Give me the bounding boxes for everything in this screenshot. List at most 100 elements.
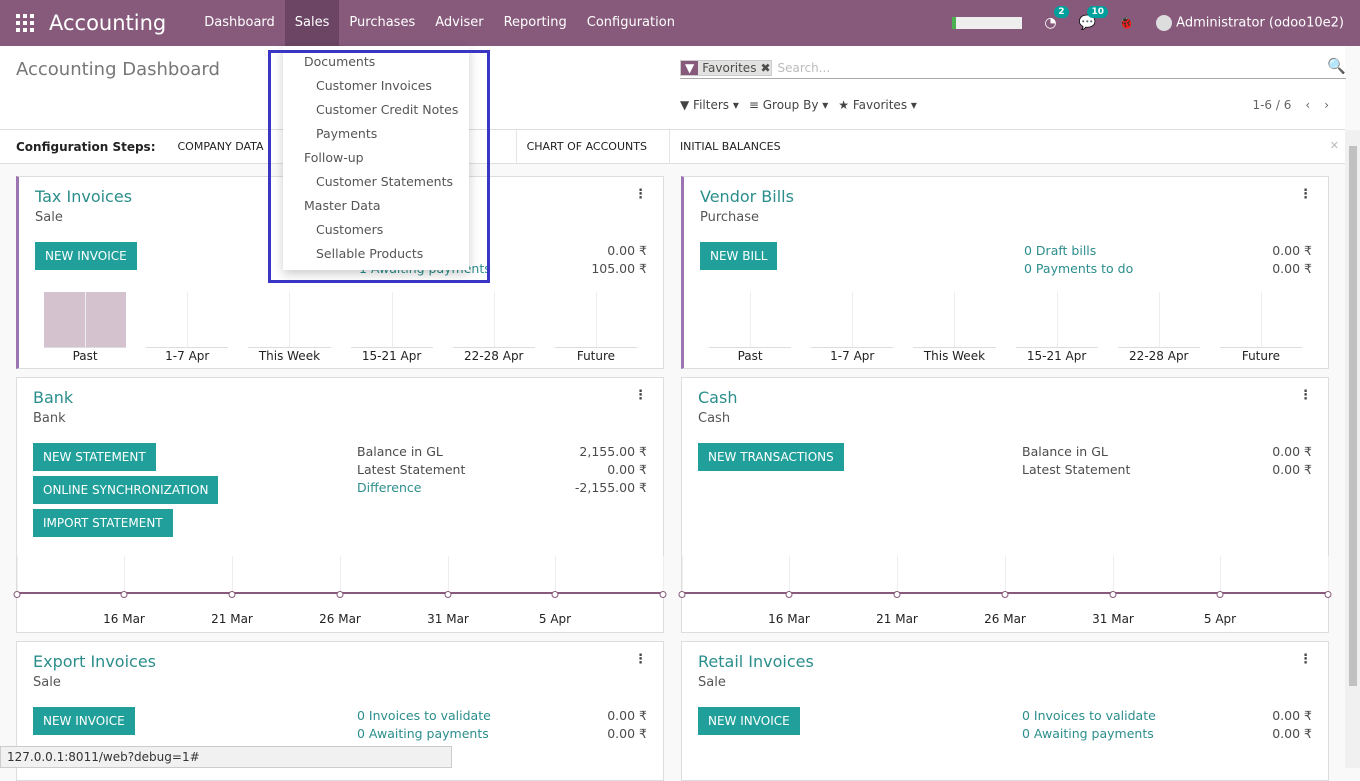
line-point[interactable] — [893, 591, 901, 598]
axis-tick: 21 Mar — [211, 612, 253, 626]
search-icon[interactable]: 🔍 — [1327, 57, 1346, 75]
card-title[interactable]: Bank — [33, 388, 73, 407]
filters-button[interactable]: ▼ Filters ▾ — [680, 98, 739, 112]
line-point[interactable] — [659, 591, 667, 598]
more-options-icon[interactable]: ⋮ — [1299, 652, 1312, 667]
row-amount: 0.00 ₹ — [607, 243, 647, 258]
bar[interactable]: 1-7 Apr — [146, 292, 229, 363]
step-chart-of-accounts[interactable]: CHART OF ACCOUNTS — [527, 129, 670, 164]
more-options-icon[interactable]: ⋮ — [634, 652, 647, 667]
row-label[interactable]: 0 Awaiting payments — [1022, 726, 1154, 744]
pager-value[interactable]: 1-6 / 6 — [1252, 98, 1291, 112]
activity-icon[interactable]: ◔ 2 — [1044, 6, 1069, 31]
line-point[interactable] — [444, 591, 452, 598]
new-button[interactable]: NEW BILL — [700, 242, 778, 270]
line-point[interactable] — [1324, 591, 1332, 598]
bar[interactable]: Past — [44, 292, 127, 363]
card-subtitle: Bank — [33, 411, 66, 426]
line-point[interactable] — [785, 591, 793, 598]
row-amount: 0.00 ₹ — [607, 726, 647, 741]
row-label[interactable]: 0 Invoices to validate — [357, 708, 491, 726]
more-options-icon[interactable]: ⋮ — [1299, 388, 1312, 403]
menu-adviser[interactable]: Adviser — [425, 0, 493, 46]
summary-row: 0 Invoices to validate 0.00 ₹ — [1022, 708, 1312, 726]
axis-tick: 16 Mar — [103, 612, 145, 626]
line-point[interactable] — [228, 591, 236, 598]
line-point[interactable] — [1109, 591, 1117, 598]
bar[interactable]: Future — [554, 292, 638, 363]
menu-sales[interactable]: Sales — [284, 0, 340, 46]
axis-tick: 5 Apr — [1203, 612, 1237, 626]
bar[interactable]: This Week — [248, 292, 331, 363]
row-amount: 0.00 ₹ — [1272, 444, 1312, 459]
bar[interactable]: 1-7 Apr — [811, 292, 894, 363]
search-facet[interactable]: ▼ Favorites ✖ — [680, 59, 772, 76]
summary-row: 0 Awaiting payments 0.00 ₹ — [1022, 726, 1312, 744]
avatar — [1156, 15, 1173, 31]
more-options-icon[interactable]: ⋮ — [1299, 187, 1312, 202]
line-point[interactable] — [1216, 591, 1224, 598]
row-label[interactable]: Difference — [357, 480, 421, 498]
card-title[interactable]: Vendor Bills — [700, 187, 794, 206]
pager-previous-icon[interactable]: ‹ — [1305, 98, 1310, 112]
line-point[interactable] — [120, 591, 128, 598]
menu-reporting[interactable]: Reporting — [494, 0, 577, 46]
remove-facet-icon[interactable]: ✖ — [760, 61, 770, 75]
row-label[interactable]: 0 Payments to do — [1024, 261, 1133, 279]
app-brand: Accounting — [49, 11, 167, 35]
apps-grid-icon[interactable] — [16, 14, 34, 32]
menu-configuration[interactable]: Configuration — [577, 0, 685, 46]
card-subtitle: Cash — [698, 411, 731, 426]
action-button[interactable]: NEW TRANSACTIONS — [698, 443, 844, 471]
new-button[interactable]: NEW INVOICE — [33, 707, 135, 735]
user-menu[interactable]: Administrator (odoo10e2) — [1156, 15, 1344, 31]
summary-row: Balance in GL 0.00 ₹ — [1022, 444, 1312, 462]
bar[interactable]: 15-21 Apr — [1015, 292, 1098, 363]
card-title[interactable]: Retail Invoices — [698, 652, 814, 671]
card-bank: Bank Bank ⋮ NEW STATEMENT ONLINE SYNCHRONI… — [13, 377, 667, 633]
menu-purchases[interactable]: Purchases — [339, 0, 425, 46]
step-initial-balances[interactable]: INITIAL BALANCES — [680, 130, 803, 164]
bar[interactable]: 22-28 Apr — [452, 292, 535, 363]
line-point[interactable] — [678, 591, 686, 598]
debug-bug-icon[interactable]: 🐞 — [1118, 16, 1134, 31]
more-options-icon[interactable]: ⋮ — [634, 187, 647, 202]
row-label[interactable]: 0 Invoices to validate — [1022, 708, 1156, 726]
axis-tick: 26 Mar — [319, 612, 361, 626]
summary-row: Difference -2,155.00 ₹ — [357, 480, 647, 498]
card-title[interactable]: Cash — [698, 388, 737, 407]
action-button[interactable]: NEW STATEMENT — [33, 443, 156, 471]
line-point[interactable] — [551, 591, 559, 598]
line-point[interactable] — [1001, 591, 1009, 598]
menu-dashboard[interactable]: Dashboard — [194, 0, 285, 46]
highlight-box — [268, 50, 490, 283]
card-cash: Cash Cash ⋮ NEW TRANSACTIONS Balance in GL… — [678, 377, 1332, 633]
bar[interactable]: Future — [1219, 292, 1303, 363]
bar[interactable]: Past — [709, 292, 792, 363]
new-button[interactable]: NEW INVOICE — [698, 707, 800, 735]
activity-count: 2 — [1054, 6, 1069, 18]
action-button[interactable]: IMPORT STATEMENT — [33, 509, 173, 537]
messages-icon[interactable]: 💬 10 — [1079, 6, 1108, 31]
favorites-button[interactable]: ★ Favorites ▾ — [838, 98, 917, 112]
row-label[interactable]: 0 Draft bills — [1024, 243, 1096, 261]
line-point[interactable] — [13, 591, 21, 598]
row-label[interactable]: 0 Awaiting payments — [357, 726, 489, 744]
more-options-icon[interactable]: ⋮ — [634, 388, 647, 403]
search-bar[interactable]: ▼ Favorites ✖ Search... 🔍 — [680, 57, 1346, 79]
close-steps-icon[interactable]: ✕ — [1330, 139, 1339, 152]
new-button[interactable]: NEW INVOICE — [35, 242, 137, 270]
pager-next-icon[interactable]: › — [1324, 98, 1329, 112]
search-input[interactable]: Search... — [778, 61, 831, 75]
bar[interactable]: 22-28 Apr — [1117, 292, 1200, 363]
card-title[interactable]: Tax Invoices — [35, 187, 132, 206]
top-navbar: Accounting Dashboard Sales Purchases Advise… — [0, 0, 1360, 46]
group-by-button[interactable]: ≡ Group By ▾ — [749, 98, 828, 112]
action-button[interactable]: ONLINE SYNCHRONIZATION — [33, 476, 219, 504]
line-point[interactable] — [336, 591, 344, 598]
card-title[interactable]: Export Invoices — [33, 652, 156, 671]
bar[interactable]: This Week — [913, 292, 996, 363]
scrollbar[interactable] — [1345, 130, 1360, 768]
bar[interactable]: 15-21 Apr — [350, 292, 433, 363]
progress-bar — [952, 17, 1023, 29]
